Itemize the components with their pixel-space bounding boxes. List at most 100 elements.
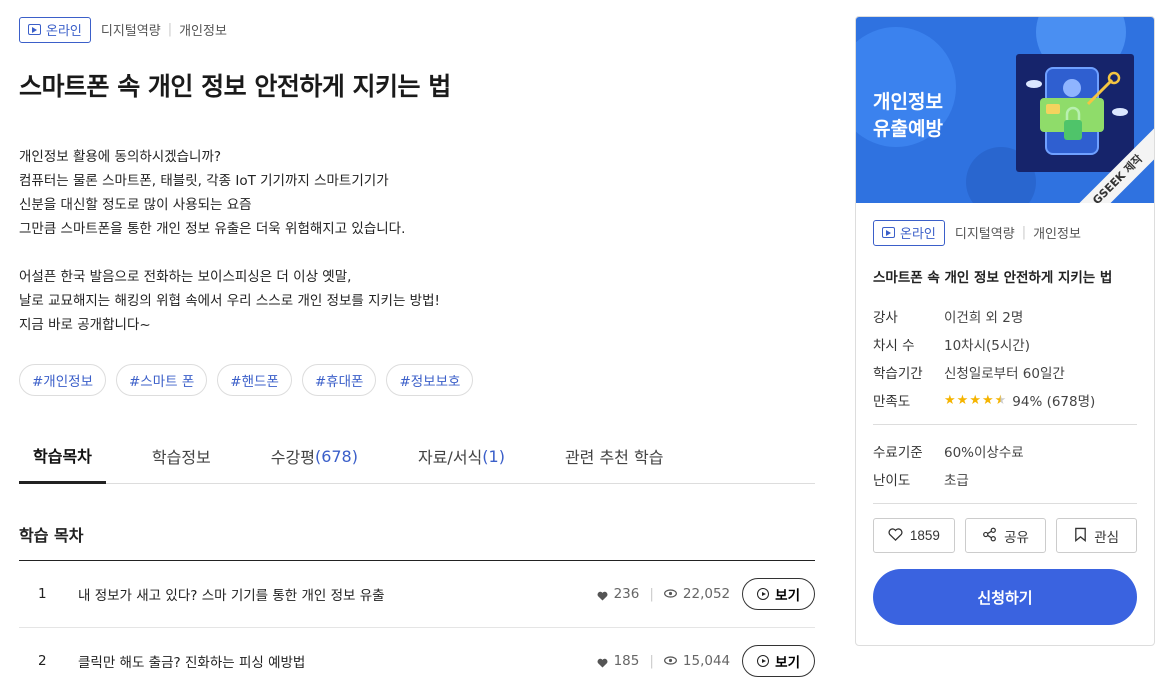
tag-item[interactable]: #스마트 폰 [116, 364, 208, 396]
tab-label: 학습정보 [151, 448, 211, 467]
course-description: 개인정보 활용에 동의하시겠습니까? 컴퓨터는 물론 스마트폰, 태블릿, 각종… [19, 145, 815, 337]
course-meta: 온라인 디지털역량 | 개인정보 [19, 16, 815, 43]
heart-outline-icon [888, 527, 903, 544]
tag-list: #개인정보 #스마트 폰 #핸드폰 #휴대폰 #정보보호 [19, 364, 815, 396]
description-line: 그만큼 스마트폰을 통한 개인 정보 유출은 더욱 위험해지고 있습니다. [19, 221, 406, 237]
thumbnail-line: 유출예방 [873, 118, 943, 140]
toc-list: 1 내 정보가 새고 있다? 스마 기기를 통한 개인 정보 유출 236 | … [19, 560, 815, 694]
share-button[interactable]: 공유 [964, 518, 1047, 553]
like-count: 1859 [909, 528, 940, 543]
tag-item[interactable]: #개인정보 [19, 364, 106, 396]
course-info-list: 강사 이건희 외 2명 차시 수 10차시(5시간) 학습기간 신청일로부터 6… [873, 302, 1137, 414]
toc-stats: 185 | 15,044 [597, 653, 731, 669]
toc-number: 2 [38, 653, 47, 669]
info-row-completion: 수료기준 60%이상수료 [873, 437, 1137, 465]
like-count: 185 [613, 653, 640, 669]
subcategory-label: 개인정보 [179, 24, 227, 39]
tag-item[interactable]: #핸드폰 [217, 364, 292, 396]
tab-count: (678) [314, 446, 358, 466]
heart-icon [597, 656, 608, 668]
tab-count: (1) [482, 446, 505, 466]
info-key: 수료기준 [873, 445, 923, 461]
description-line: 개인정보 활용에 동의하시겠습니까? [19, 149, 222, 165]
like-button[interactable]: 1859 [873, 518, 955, 553]
course-thumbnail: 개인정보 유출예방 GSEEK 제작 [856, 17, 1154, 203]
description-line: 신분을 대신할 정도로 많이 사용되는 요즘 [19, 197, 252, 213]
share-label: 공유 [1004, 529, 1029, 545]
card-title: 스마트폰 속 개인 정보 안전하게 지키는 법 [873, 270, 1113, 286]
rating-text: 94% (678명) [1012, 394, 1096, 410]
bookmark-button[interactable]: 관심 [1056, 518, 1138, 553]
category-label: 디지털역량 [100, 24, 161, 39]
category-breadcrumb: 디지털역량 | 개인정보 [955, 223, 1081, 242]
description-line [19, 241, 815, 265]
eye-icon [663, 653, 677, 669]
play-icon [28, 24, 41, 35]
card-actions: 1859 공유 관심 [873, 518, 1138, 553]
description-line: 컴퓨터는 물론 스마트폰, 태블릿, 각종 IoT 기기까지 스마트기기가 [19, 173, 389, 189]
description-line: 날로 교묘해지는 해킹의 위협 속에서 우리 스스로 개인 정보를 지키는 방법… [19, 293, 440, 309]
toc-stats: 236 | 22,052 [597, 586, 731, 602]
tab-label: 수강평 [270, 448, 315, 467]
info-value: 이건희 외 2명 [944, 310, 1024, 326]
info-row-sessions: 차시 수 10차시(5시간) [873, 330, 1137, 358]
tag-item[interactable]: #정보보호 [386, 364, 474, 396]
info-value: 60%이상수료 [944, 445, 1024, 461]
view-button[interactable]: 보기 [742, 578, 815, 610]
view-count: 22,052 [682, 586, 731, 602]
view-button-label: 보기 [775, 655, 800, 670]
subcategory-label: 개인정보 [1033, 227, 1081, 242]
category-label: 디지털역량 [954, 227, 1015, 242]
info-key: 난이도 [873, 473, 911, 489]
description-line: 지금 바로 공개합니다~ [19, 317, 151, 333]
tab-label: 학습목차 [33, 446, 92, 466]
breadcrumb-separator: | [167, 22, 173, 37]
thumbnail-title: 개인정보 유출예방 [873, 89, 943, 143]
tab-related[interactable]: 관련 추천 학습 [551, 428, 678, 484]
info-row-period: 학습기간 신청일로부터 60일간 [873, 358, 1137, 386]
view-count: 15,044 [682, 653, 731, 669]
share-icon [982, 527, 997, 545]
view-button[interactable]: 보기 [742, 645, 815, 677]
info-value: ★ ★ ★ ★ ★ 94% (678명) [944, 390, 1096, 411]
course-criteria-list: 수료기준 60%이상수료 난이도 초급 [873, 437, 1137, 493]
phone-lock-illustration [1016, 54, 1134, 172]
info-row-instructor: 강사 이건희 외 2명 [873, 302, 1137, 330]
star-icon: ★ [944, 392, 956, 408]
category-breadcrumb: 디지털역량 | 개인정보 [101, 20, 227, 39]
divider [873, 503, 1137, 504]
heart-icon [597, 589, 608, 601]
bookmark-label: 관심 [1094, 529, 1120, 545]
page-title: 스마트폰 속 개인 정보 안전하게 지키는 법 [19, 72, 451, 101]
apply-button[interactable]: 신청하기 [873, 569, 1137, 625]
tab-label: 관련 추천 학습 [564, 448, 664, 467]
info-value: 신청일로부터 60일간 [944, 366, 1065, 382]
tag-item[interactable]: #휴대폰 [301, 364, 377, 396]
info-key: 차시 수 [873, 338, 915, 354]
divider [873, 424, 1137, 425]
info-row-difficulty: 난이도 초급 [873, 465, 1137, 493]
star-icon: ★ [956, 392, 969, 408]
info-key: 학습기간 [873, 366, 923, 382]
card-meta: 온라인 디지털역량 | 개인정보 [873, 219, 1137, 246]
course-summary-card: 개인정보 유출예방 GSEEK 제작 온라인 디지털역량 | 개인정보 스마트폰… [855, 16, 1155, 646]
stat-separator: | [649, 586, 654, 602]
info-row-satisfaction: 만족도 ★ ★ ★ ★ ★ 94% (678명) [873, 386, 1137, 414]
star-icon: ★ [981, 392, 994, 408]
eye-icon [663, 586, 677, 602]
toc-row: 1 내 정보가 새고 있다? 스마 기기를 통한 개인 정보 유출 236 | … [19, 561, 815, 628]
tab-reviews[interactable]: 수강평 (678) [257, 428, 372, 484]
rating-stars: ★ ★ ★ ★ ★ [944, 393, 1006, 408]
tab-info[interactable]: 학습정보 [138, 428, 225, 484]
like-count: 236 [613, 586, 640, 602]
tab-materials[interactable]: 자료/서식 (1) [404, 428, 519, 484]
play-icon [882, 227, 895, 238]
tab-toc[interactable]: 학습목차 [19, 428, 106, 484]
star-icon: ★ [969, 392, 981, 408]
info-value: 10차시(5시간) [944, 338, 1030, 354]
tab-label: 자료/서식 [417, 448, 483, 467]
half-star-icon: ★ [994, 392, 1007, 408]
toc-number: 1 [38, 586, 47, 602]
info-key: 강사 [873, 310, 898, 326]
view-button-label: 보기 [775, 588, 800, 603]
